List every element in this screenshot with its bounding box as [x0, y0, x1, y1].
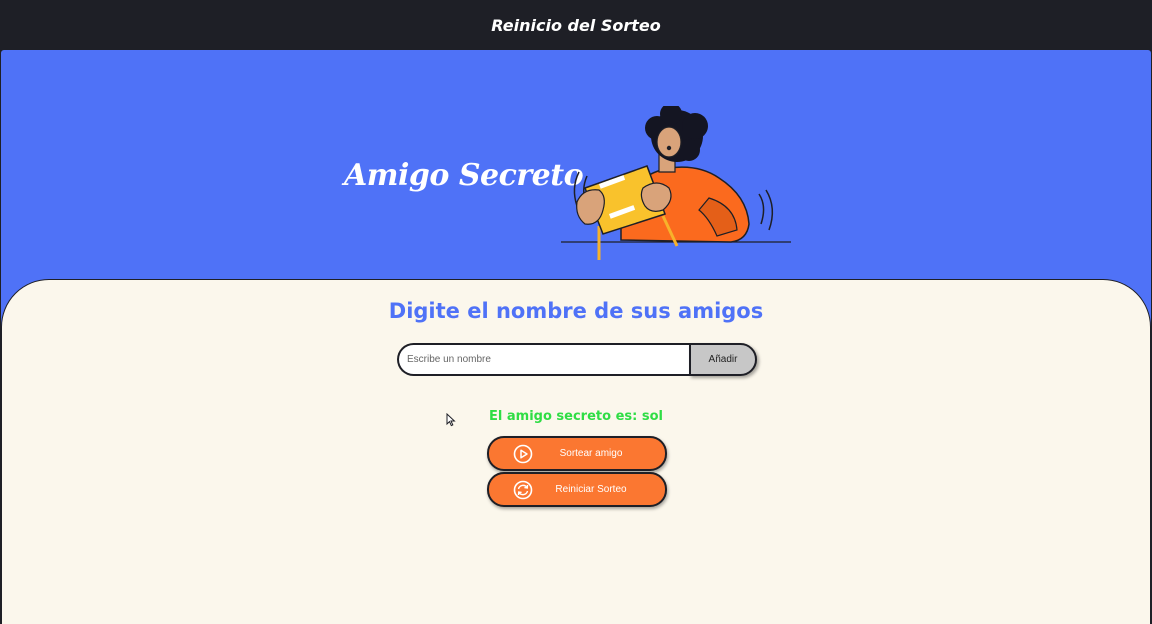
reset-draw-label: Reiniciar Sorteo — [555, 484, 627, 495]
friend-name-input[interactable] — [397, 343, 689, 376]
reset-draw-button[interactable]: Reiniciar Sorteo — [487, 472, 667, 507]
hero-title: Amigo Secreto — [344, 158, 584, 193]
mouse-cursor-icon — [446, 413, 456, 427]
draw-friend-label: Sortear amigo — [559, 448, 623, 459]
friends-form-panel: Digite el nombre de sus amigos Añadir El… — [1, 279, 1151, 624]
draw-friend-button[interactable]: Sortear amigo — [487, 436, 667, 471]
person-playing-game-illustration — [561, 106, 791, 260]
secret-friend-result: El amigo secreto es: sol — [489, 409, 663, 424]
app-container: Amigo Secreto Digite el nombre de sus am… — [1, 50, 1151, 624]
add-friend-group: Añadir — [397, 343, 757, 376]
form-heading: Digite el nombre de sus amigos — [388, 299, 764, 323]
window-title: Reinicio del Sorteo — [491, 15, 661, 35]
add-friend-button[interactable]: Añadir — [689, 343, 757, 376]
top-bar: Reinicio del Sorteo — [0, 0, 1152, 50]
